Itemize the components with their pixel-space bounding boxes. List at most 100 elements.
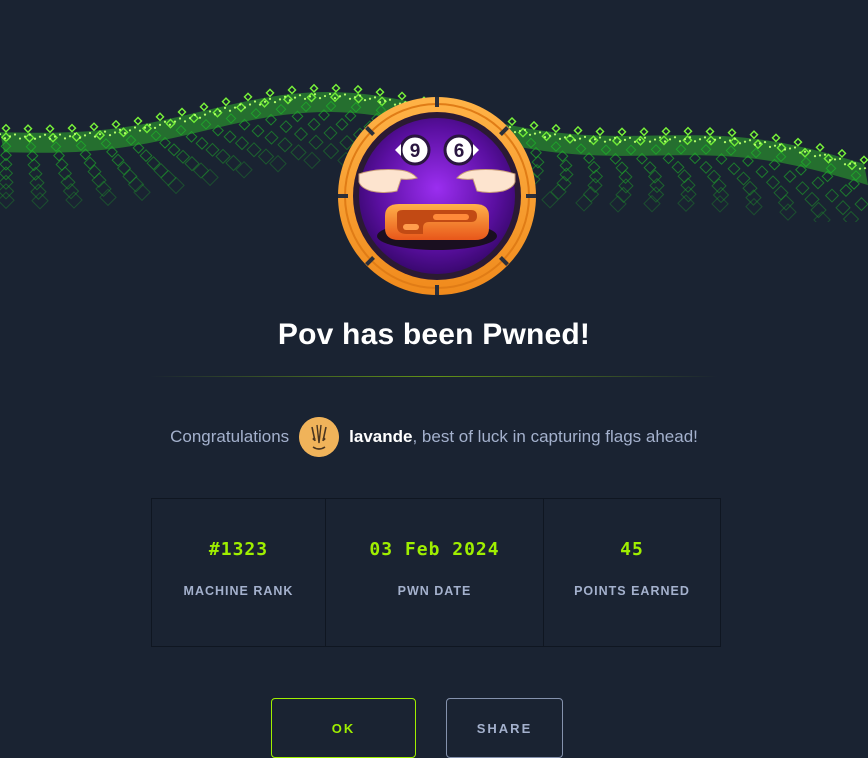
wave-sparkle-mark (78, 136, 82, 139)
wave-cube-mark (167, 176, 185, 195)
wave-sparkle-mark (163, 120, 167, 123)
wave-sparkle-mark (253, 100, 257, 103)
user-avatar[interactable] (299, 417, 340, 457)
wave-sparkle-mark (538, 131, 542, 134)
wave-sparkle-mark (158, 123, 162, 126)
stat-pwn-date: 03 Feb 2024 PWN DATE (326, 499, 544, 646)
wave-sparkle-mark (658, 136, 662, 139)
wave-sparkle-mark (208, 110, 212, 113)
wave-sparkle-mark (778, 143, 782, 146)
wave-cube-mark (575, 194, 593, 212)
wave-cube-mark (293, 127, 309, 142)
wave-sparkle-mark (103, 130, 107, 133)
wave-sparkle-mark (743, 140, 747, 143)
wave-cube-mark (290, 144, 307, 161)
wave-sparkle-mark (308, 95, 312, 98)
page-title: Pov has been Pwned! (277, 318, 591, 351)
wave-sparkle-mark (183, 120, 187, 123)
wave-sparkle-mark (268, 97, 272, 100)
wave-cube-mark (727, 162, 741, 176)
wave-cube-mark (793, 137, 803, 147)
wave-cube-mark (155, 112, 165, 122)
wave-cube-mark (67, 123, 77, 133)
machine-rank-value: #1323 (208, 539, 269, 560)
wave-cube-mark (122, 168, 138, 184)
wave-cube-mark (842, 210, 860, 222)
wave-sparkle-mark (168, 123, 172, 126)
wave-sparkle-mark (93, 135, 97, 138)
wave-sparkle-mark (238, 103, 242, 106)
wave-sparkle-mark (213, 113, 217, 116)
stat-machine-rank: #1323 MACHINE RANK (152, 499, 326, 646)
wave-cube-mark (205, 142, 220, 157)
wave-cube-mark (287, 85, 297, 95)
title-divider (150, 376, 718, 377)
wave-sparkle-mark (603, 140, 607, 143)
wave-sparkle-mark (813, 155, 817, 158)
wave-sparkle-mark (548, 134, 552, 137)
username-link[interactable]: lavande (349, 427, 412, 447)
wave-cube-mark (167, 143, 181, 157)
wave-sparkle-mark (703, 136, 707, 139)
wave-cube-mark (251, 124, 265, 138)
wave-sparkle-mark (803, 150, 807, 153)
wave-sparkle-mark (783, 148, 787, 151)
svg-text:9: 9 (410, 141, 421, 162)
wave-sparkle-mark (773, 144, 777, 147)
wave-cube-mark (243, 92, 253, 102)
wave-sparkle-mark (768, 145, 772, 148)
wave-sparkle-mark (728, 139, 732, 142)
wave-sparkle-mark (808, 149, 812, 152)
wave-sparkle-mark (298, 94, 302, 97)
wave-cube-mark (683, 126, 693, 136)
wave-cube-mark (277, 137, 293, 153)
wave-sparkle-mark (153, 126, 157, 129)
wave-sparkle-mark (693, 140, 697, 143)
wave-cube-mark (699, 160, 713, 174)
wave-sparkle-mark (38, 135, 42, 138)
wave-cube-mark (45, 124, 55, 134)
wave-cube-mark (618, 178, 634, 194)
wave-sparkle-mark (753, 143, 757, 146)
wave-sparkle-mark (763, 141, 767, 144)
wave-sparkle-mark (623, 138, 627, 141)
points-earned-label: POINTS EARNED (574, 584, 690, 598)
wave-sparkle-mark (108, 133, 112, 137)
wave-cube-mark (353, 84, 363, 94)
wave-sparkle-mark (263, 100, 267, 103)
wave-sparkle-mark (28, 133, 32, 136)
wave-sparkle-mark (678, 140, 682, 143)
wave-cube-mark (89, 122, 99, 132)
wave-sparkle-mark (673, 136, 677, 139)
wave-sparkle-mark (823, 153, 827, 156)
share-button[interactable]: SHARE (446, 698, 563, 758)
stat-points-earned: 45 POINTS EARNED (544, 499, 720, 646)
wave-cube-mark (23, 124, 33, 134)
wave-sparkle-mark (638, 138, 642, 141)
wave-sparkle-mark (128, 129, 132, 132)
wave-sparkle-mark (33, 137, 37, 140)
wave-sparkle-mark (333, 97, 337, 100)
ok-button[interactable]: OK (271, 698, 416, 758)
wave-cube-mark (235, 160, 253, 179)
wave-sparkle-mark (258, 103, 262, 106)
wave-sparkle-mark (733, 137, 737, 140)
wave-cube-mark (815, 142, 825, 152)
wave-cube-mark (839, 184, 853, 198)
wave-cube-mark (111, 119, 121, 129)
wave-sparkle-mark (138, 129, 142, 132)
wave-sparkle-mark (68, 135, 72, 138)
wave-sparkle-mark (553, 133, 557, 136)
wave-sparkle-mark (618, 140, 622, 143)
wave-sparkle-mark (233, 106, 237, 109)
wave-sparkle-mark (798, 151, 802, 154)
wave-sparkle-mark (843, 163, 847, 166)
wave-sparkle-mark (43, 133, 47, 136)
wave-sparkle-mark (223, 106, 227, 110)
wave-cube-mark (195, 136, 209, 150)
points-earned-value: 45 (620, 539, 644, 560)
wave-cube-mark (609, 195, 627, 213)
wave-cube-mark (65, 191, 83, 209)
wave-cube-mark (771, 133, 781, 143)
wave-sparkle-mark (663, 140, 667, 143)
